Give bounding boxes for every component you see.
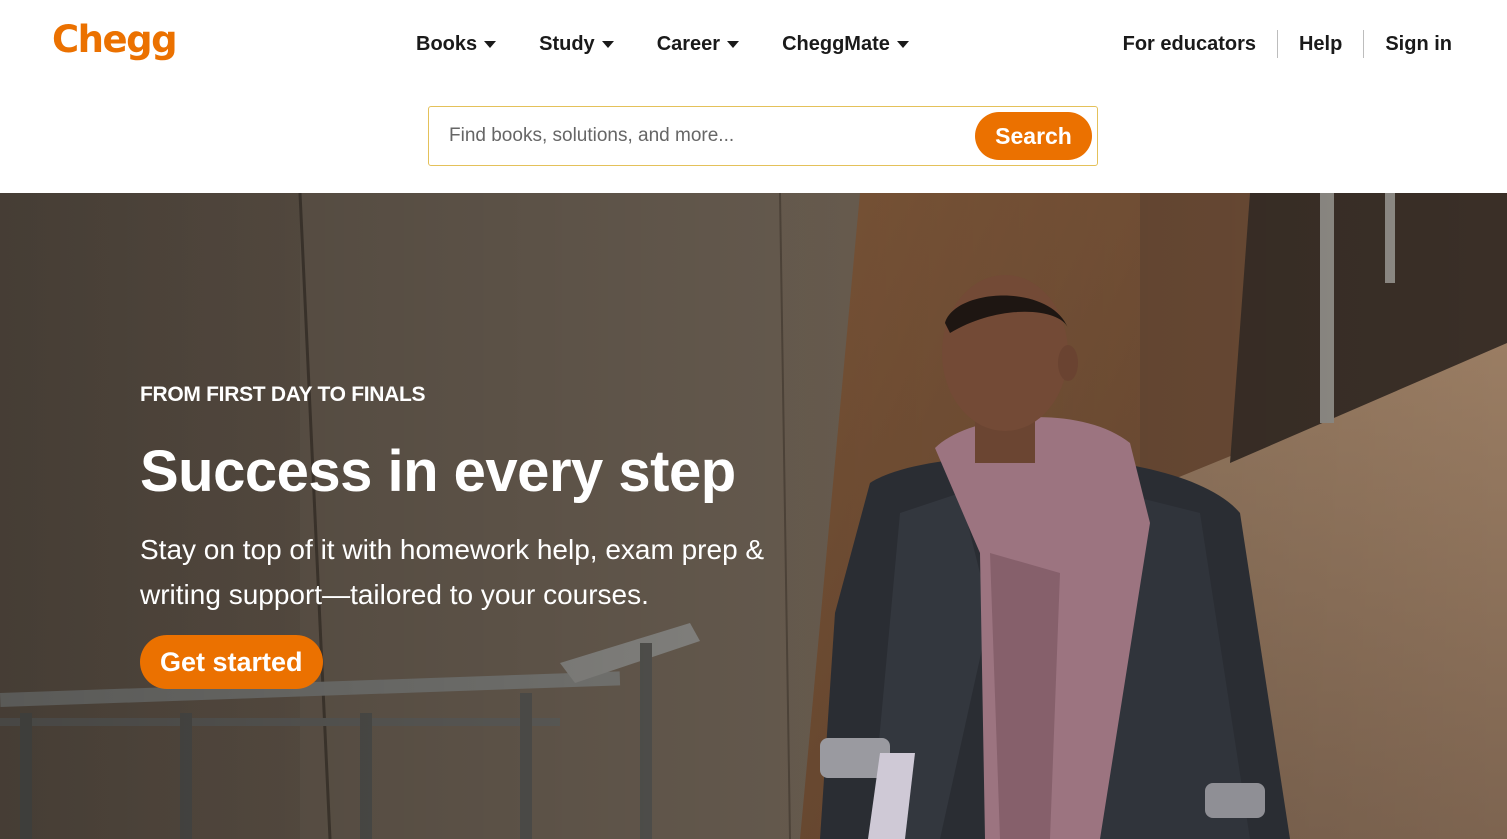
hero-banner: FROM FIRST DAY TO FINALS Success in ever… xyxy=(0,193,1507,839)
nav-item-label: Books xyxy=(416,32,478,55)
utility-links: For educators Help Sign in xyxy=(1123,30,1452,58)
search-button[interactable]: Search xyxy=(975,112,1092,160)
search-bar: Search xyxy=(428,106,1098,166)
main-nav: Books Study Career CheggMate xyxy=(416,30,952,58)
hero-photo xyxy=(0,193,1507,839)
chevron-down-icon xyxy=(727,40,740,48)
chevron-down-icon xyxy=(601,40,614,48)
nav-item-label: Study xyxy=(539,32,595,55)
get-started-button[interactable]: Get started xyxy=(140,635,323,689)
chegg-logo[interactable]: Chegg xyxy=(52,18,178,61)
search-input[interactable] xyxy=(430,108,970,164)
nav-item-label: Career xyxy=(656,32,721,55)
sign-in-link[interactable]: Sign in xyxy=(1385,33,1452,56)
nav-item-study[interactable]: Study xyxy=(539,30,614,58)
nav-item-cheggmate[interactable]: CheggMate xyxy=(782,30,909,58)
chevron-down-icon xyxy=(484,40,497,48)
hero-headline: Success in every step xyxy=(140,439,736,504)
nav-item-books[interactable]: Books xyxy=(416,30,497,58)
divider xyxy=(1363,30,1365,58)
hero-eyebrow: FROM FIRST DAY TO FINALS xyxy=(140,383,426,406)
nav-item-label: CheggMate xyxy=(782,32,890,55)
site-header: Chegg Books Study Career CheggMate For e… xyxy=(0,0,1507,193)
hero-subtext: Stay on top of it with homework help, ex… xyxy=(140,534,765,610)
for-educators-link[interactable]: For educators xyxy=(1123,33,1256,56)
divider xyxy=(1276,30,1278,58)
chevron-down-icon xyxy=(896,40,909,48)
nav-item-career[interactable]: Career xyxy=(656,30,740,58)
help-link[interactable]: Help xyxy=(1299,33,1342,56)
